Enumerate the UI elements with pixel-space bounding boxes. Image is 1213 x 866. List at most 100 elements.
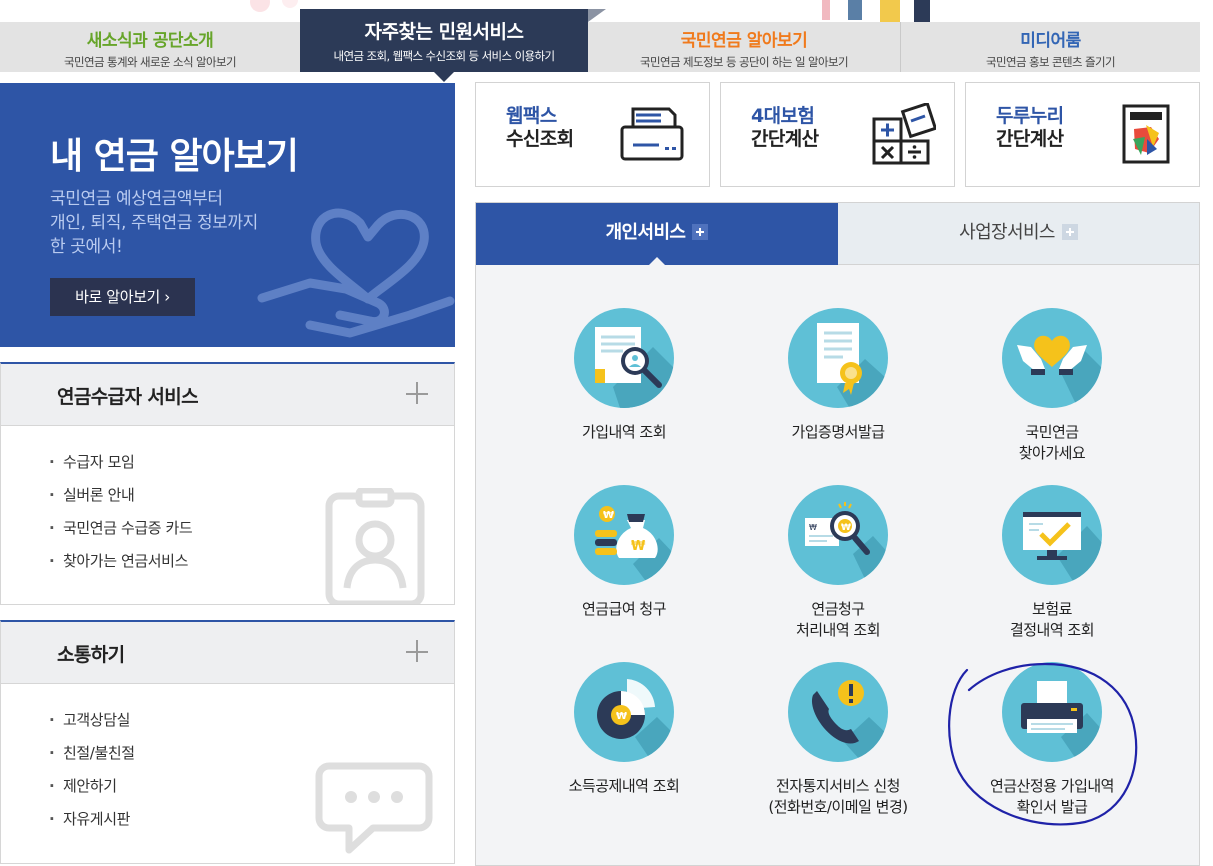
top-tab-pension-info[interactable]: 국민연금 알아보기 국민연금 제도정보 등 공단이 하는 일 알아보기 bbox=[588, 22, 900, 72]
service-pension-claim[interactable]: ₩ ₩ 연금급여 청구 bbox=[517, 484, 731, 654]
quick-link-line1: 4대보험 bbox=[751, 105, 815, 127]
top-tab-title: 새소식과 공단소개 bbox=[86, 31, 214, 51]
top-tab-title: 국민연금 알아보기 bbox=[680, 31, 808, 51]
svg-text:₩: ₩ bbox=[841, 523, 851, 533]
pie-chart-icon: ₩ bbox=[574, 662, 674, 762]
service-premium-decision[interactable]: 보험료 결정내역 조회 bbox=[945, 484, 1159, 654]
service-label: 국민연금 찾아가세요 bbox=[945, 422, 1159, 464]
speech-bubble-icon bbox=[315, 762, 433, 854]
tab-business-services[interactable]: 사업장서비스 bbox=[838, 203, 1199, 265]
printer-icon bbox=[1002, 662, 1102, 762]
service-label: 보험료 결정내역 조회 bbox=[945, 599, 1159, 641]
top-tab-subtitle: 국민연금 제도정보 등 공단이 하는 일 알아보기 bbox=[640, 55, 849, 69]
go-learn-button[interactable]: 바로 알아보기 › bbox=[50, 278, 195, 316]
section-title: 연금수급자 서비스 bbox=[57, 386, 199, 408]
my-pension-banner: 내 연금 알아보기 국민연금 예상연금액부터 개인, 퇴직, 주택연금 정보까지… bbox=[0, 83, 455, 347]
service-membership-history[interactable]: 가입내역 조회 bbox=[517, 307, 731, 477]
service-label-line: 연금급여 청구 bbox=[581, 600, 667, 618]
calculator-icon bbox=[872, 103, 936, 165]
people-illustration-icon bbox=[822, 0, 930, 22]
service-panel: 개인서비스 사업장서비스 가입내역 조회 가입증명서발급 국민연금 찾아가세요 … bbox=[475, 202, 1200, 866]
service-label: 소득공제내역 조회 bbox=[517, 776, 731, 797]
service-label: 연금청구 처리내역 조회 bbox=[731, 599, 945, 641]
svg-text:₩: ₩ bbox=[631, 539, 646, 554]
top-tab-civil-services[interactable]: 자주찾는 민원서비스 내연금 조회, 웹팩스 수신조회 등 서비스 이용하기 bbox=[300, 9, 588, 82]
plus-box-icon bbox=[1061, 224, 1078, 240]
phone-alert-icon bbox=[788, 662, 888, 762]
quick-link-4-insurance[interactable]: 4대보험 간단계산 bbox=[720, 82, 955, 187]
service-label-line: 처리내역 조회 bbox=[795, 621, 881, 639]
money-bag-icon: ₩ ₩ bbox=[574, 485, 674, 585]
svg-text:₩: ₩ bbox=[603, 510, 614, 521]
service-tabs: 개인서비스 사업장서비스 bbox=[476, 203, 1199, 266]
quick-link-line2: 간단계산 bbox=[751, 128, 819, 150]
top-tab-subtitle: 국민연금 통계와 새로운 소식 알아보기 bbox=[64, 55, 237, 69]
service-membership-certificate[interactable]: 가입증명서발급 bbox=[731, 307, 945, 477]
hero-description: 국민연금 예상연금액부터 개인, 퇴직, 주택연금 정보까지 한 곳에서! bbox=[50, 187, 310, 259]
service-claim-status[interactable]: ₩ ₩ 연금청구 처리내역 조회 bbox=[731, 484, 945, 654]
plus-icon[interactable] bbox=[406, 640, 430, 664]
quick-link-line2: 간단계산 bbox=[996, 128, 1064, 150]
top-tab-title: 미디어룸 bbox=[1020, 31, 1081, 51]
service-label-line: 가입증명서발급 bbox=[791, 423, 885, 441]
hero-title: 내 연금 알아보기 bbox=[50, 136, 299, 177]
service-label-line: 확인서 발급 bbox=[1016, 798, 1088, 816]
quick-link-durunuri[interactable]: 두루누리 간단계산 bbox=[965, 82, 1200, 187]
service-label-line: 소득공제내역 조회 bbox=[568, 777, 680, 795]
list-item[interactable]: 수급자 모임 bbox=[49, 448, 454, 481]
quick-link-line1: 두루누리 bbox=[996, 105, 1064, 127]
pensioner-services-header: 연금수급자 서비스 bbox=[1, 364, 454, 426]
communication-header: 소통하기 bbox=[1, 622, 454, 684]
svg-text:₩: ₩ bbox=[616, 711, 627, 722]
service-label: 연금산정용 가입내역 확인서 발급 bbox=[945, 776, 1159, 818]
service-label: 가입내역 조회 bbox=[517, 422, 731, 443]
top-tab-media-room[interactable]: 미디어룸 국민연금 홍보 콘텐츠 즐기기 bbox=[901, 22, 1200, 72]
section-title: 소통하기 bbox=[57, 644, 125, 666]
hero-desc-line: 개인, 퇴직, 주택연금 정보까지 bbox=[50, 213, 258, 233]
tab-personal-services[interactable]: 개인서비스 bbox=[476, 203, 838, 266]
top-tab-news[interactable]: 새소식과 공단소개 국민연금 통계와 새로운 소식 알아보기 bbox=[0, 22, 300, 72]
communication-box: 소통하기 고객상담실 친절/불친절 제안하기 자유게시판 bbox=[0, 620, 455, 864]
claim-search-icon: ₩ ₩ bbox=[788, 485, 888, 585]
list-item[interactable]: 고객상담실 bbox=[49, 706, 454, 739]
quick-link-webfax[interactable]: 웹팩스 수신조회 bbox=[475, 82, 710, 187]
tab-label: 사업장서비스 bbox=[959, 222, 1055, 243]
top-tab-subtitle: 국민연금 홍보 콘텐츠 즐기기 bbox=[986, 55, 1116, 69]
monitor-check-icon bbox=[1002, 485, 1102, 585]
service-pension-calculation-certificate[interactable]: 연금산정용 가입내역 확인서 발급 bbox=[945, 661, 1159, 831]
svg-text:₩: ₩ bbox=[809, 523, 817, 532]
service-label-line: 가입내역 조회 bbox=[581, 423, 667, 441]
service-label-line: 연금청구 bbox=[811, 600, 865, 618]
service-label-line: 찾아가세요 bbox=[1018, 444, 1086, 462]
service-label-line: 결정내역 조회 bbox=[1009, 621, 1095, 639]
service-label-line: (전화번호/이메일 변경) bbox=[768, 798, 908, 816]
top-tab-title: 자주찾는 민원서비스 bbox=[364, 21, 524, 43]
quick-link-line1: 웹팩스 bbox=[506, 105, 557, 127]
document-search-icon bbox=[574, 308, 674, 408]
service-label-line: 전자통지서비스 신청 bbox=[776, 777, 900, 795]
tab-label: 개인서비스 bbox=[605, 222, 686, 243]
certificate-icon bbox=[788, 308, 888, 408]
hero-desc-line: 국민연금 예상연금액부터 bbox=[50, 189, 223, 209]
plus-box-icon bbox=[692, 224, 709, 240]
quick-link-line2: 수신조회 bbox=[506, 128, 574, 150]
service-label: 가입증명서발급 bbox=[731, 422, 945, 443]
top-navigation: 새소식과 공단소개 국민연금 통계와 새로운 소식 알아보기 자주찾는 민원서비… bbox=[0, 0, 1213, 82]
fax-icon bbox=[620, 107, 684, 161]
id-card-icon bbox=[325, 488, 425, 604]
top-tab-subtitle: 내연금 조회, 웹팩스 수신조회 등 서비스 이용하기 bbox=[333, 49, 556, 63]
service-label-line: 연금산정용 가입내역 bbox=[990, 777, 1114, 795]
tab-fold-shadow bbox=[588, 9, 606, 22]
service-visit-pension[interactable]: 국민연금 찾아가세요 bbox=[945, 307, 1159, 477]
service-e-notification[interactable]: 전자통지서비스 신청 (전화번호/이메일 변경) bbox=[731, 661, 945, 831]
service-label: 전자통지서비스 신청 (전화번호/이메일 변경) bbox=[731, 776, 945, 818]
durunuri-calculator-icon bbox=[1122, 104, 1170, 164]
hero-desc-line: 한 곳에서! bbox=[50, 237, 123, 257]
service-label-line: 보험료 bbox=[1032, 600, 1072, 618]
service-income-deduction[interactable]: ₩ 소득공제내역 조회 bbox=[517, 661, 731, 831]
service-label-line: 국민연금 bbox=[1025, 423, 1079, 441]
service-label: 연금급여 청구 bbox=[517, 599, 731, 620]
heart-hands-icon bbox=[1002, 308, 1102, 408]
plus-icon[interactable] bbox=[406, 382, 430, 406]
pensioner-services-box: 연금수급자 서비스 수급자 모임 실버론 안내 국민연금 수급증 카드 찾아가는… bbox=[0, 362, 455, 605]
